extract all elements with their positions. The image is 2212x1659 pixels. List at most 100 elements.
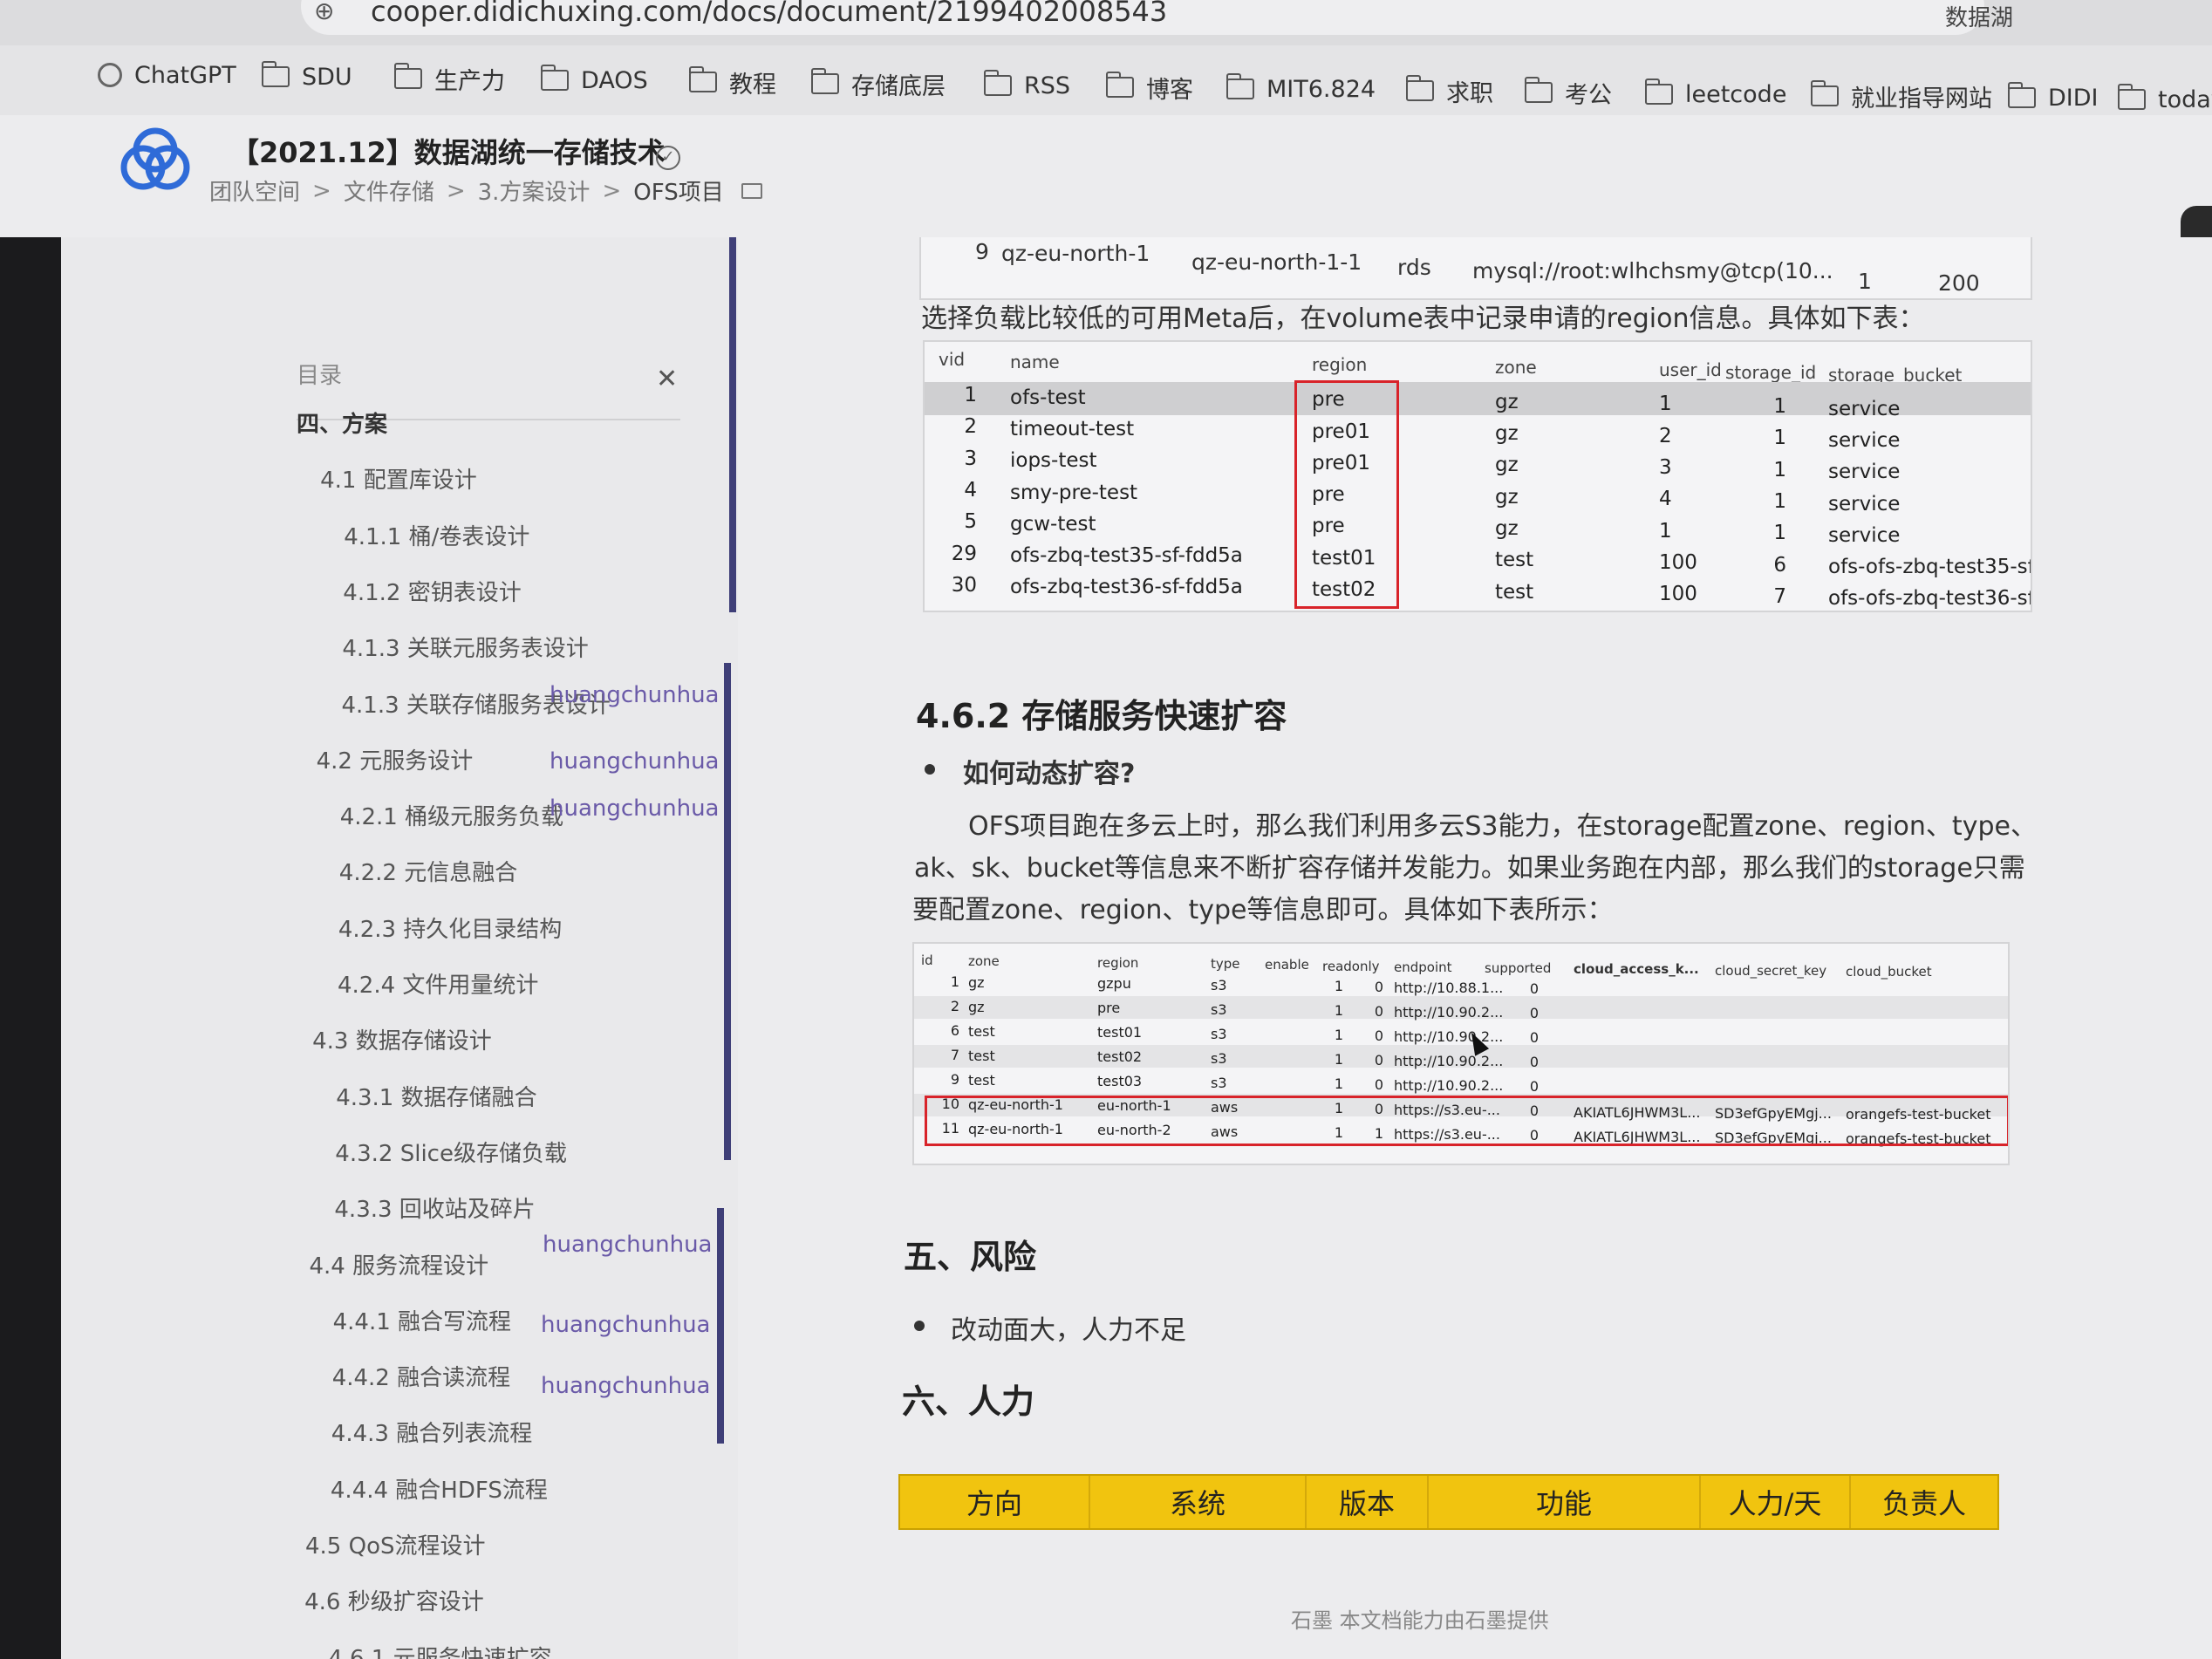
breadcrumb-item[interactable]: 文件存储 — [344, 174, 434, 207]
table-cell: 1 — [1858, 269, 1872, 294]
table-cell: gz — [1495, 422, 1519, 446]
folder-icon — [1524, 77, 1553, 103]
toc-title: 目录 — [297, 363, 343, 389]
toc-item[interactable]: 4.4 服务流程设计 — [310, 1248, 489, 1280]
bookmark-item[interactable]: MIT6.824 — [1225, 68, 1376, 110]
watermark-text: huangchunhua — [543, 1232, 713, 1258]
bookmark-item[interactable]: 求职 — [1405, 70, 1493, 112]
bookmark-item[interactable]: 生产力 — [393, 58, 505, 99]
table-cell: 0 — [1374, 1052, 1383, 1068]
table-cell: 30 — [951, 573, 977, 597]
bookmark-item[interactable]: RSS — [983, 65, 1070, 106]
toc-item[interactable]: 4.3 数据存储设计 — [312, 1023, 492, 1055]
toc-item[interactable]: 4.2.2 元信息融合 — [339, 855, 517, 887]
bookmark-label: 生产力 — [434, 67, 505, 95]
close-icon[interactable]: ✕ — [656, 366, 678, 393]
table-header-cell: region — [1097, 954, 1139, 971]
table-cell: service — [1828, 397, 1901, 420]
storage-table: id zone region type enable readonly endpoint su… — [912, 942, 2010, 1165]
toc-item[interactable]: 四、方案 — [297, 406, 387, 439]
table-cell: test — [1495, 549, 1534, 572]
top-right-tab-text[interactable]: 数据湖 — [1945, 0, 2013, 32]
table-header-cell: name — [1010, 352, 1060, 372]
table-cell: mysql://root:wlhchsmy@tcp(10... — [1472, 258, 1833, 283]
bookmark-item[interactable]: 存储底层 — [810, 63, 946, 105]
toc-item[interactable]: 4.4.1 融合写流程 — [333, 1304, 511, 1336]
site-info-icon[interactable]: ⊕ — [314, 0, 334, 25]
toc-item[interactable]: 4.1.1 桶/卷表设计 — [344, 519, 529, 551]
folder-icon — [2007, 82, 2036, 108]
toc-item[interactable]: 4.4.3 融合列表流程 — [331, 1416, 532, 1448]
bookmark-item[interactable]: 就业指导网站 — [1810, 75, 1992, 117]
table-cell: service — [1828, 492, 1901, 515]
bookmark-item[interactable]: 考公 — [1524, 72, 1612, 113]
toc-item[interactable]: 4.3.2 Slice级存储负载 — [335, 1136, 567, 1168]
table-cell: timeout-test — [1010, 417, 1135, 440]
table-cell: ofs-ofs-zbq-test36-sf- — [1828, 587, 2032, 611]
breadcrumb-item[interactable]: 团队空间 — [209, 174, 300, 207]
table-cell: ofs-zbq-test35-sf-fdd5a — [1010, 544, 1243, 568]
bookmark-item[interactable]: 教程 — [688, 61, 776, 103]
toc-item[interactable]: 4.2 元服务设计 — [317, 743, 474, 775]
bookmark-item[interactable]: SDU — [261, 56, 352, 98]
folder-icon[interactable] — [741, 182, 762, 199]
toc-item[interactable]: 4.1.3 关联元服务表设计 — [342, 631, 588, 663]
toc-item[interactable]: 4.6 秒级扩容设计 — [304, 1584, 484, 1616]
url-text[interactable]: cooper.didichuxing.com/docs/document/219… — [371, 0, 1167, 28]
toc-item[interactable]: 4.6.1 元服务快速扩容 — [328, 1641, 551, 1659]
table-header-cell: endpoint — [1394, 959, 1452, 975]
toc-item[interactable]: 4.2.4 文件用量统计 — [338, 967, 538, 1000]
breadcrumb-item[interactable]: 3.方案设计 — [478, 174, 591, 207]
table-cell: gzpu — [1097, 975, 1131, 993]
bookmark-item[interactable]: DIDI — [2007, 77, 2099, 119]
table-cell: 4 — [964, 478, 977, 502]
table-cell: 1 — [1659, 393, 1672, 416]
bookmark-item[interactable]: 博客 — [1105, 66, 1193, 108]
table-cell: 3 — [964, 447, 977, 470]
toc-item[interactable]: 4.5 QoS流程设计 — [305, 1528, 486, 1560]
table-cell: 0 — [1374, 979, 1383, 995]
toc-item[interactable]: 4.3.1 数据存储融合 — [336, 1080, 536, 1112]
bookmark-item[interactable]: DAOS — [540, 59, 648, 101]
section-heading: 六、人力 — [902, 1382, 1035, 1421]
toc-item[interactable]: 4.2.1 桶级元服务负载 — [340, 799, 563, 831]
table-cell: 6 — [950, 1022, 959, 1039]
table-header-cell: 系统 — [1090, 1476, 1307, 1528]
bookmark-label: 教程 — [729, 71, 776, 99]
table-cell: qz-eu-north-1-1 — [1191, 249, 1362, 275]
folder-icon — [1810, 80, 1839, 106]
volume-table: vid name region zone user_id storage_id storag… — [923, 340, 2032, 612]
table-cell: gz — [1495, 517, 1519, 540]
table-cell: s3 — [1211, 1000, 1227, 1018]
table-cell: 5 — [964, 510, 977, 534]
bullet-text: 改动面大，人力不足 — [951, 1315, 1186, 1346]
bookmark-label: DIDI — [2048, 84, 2099, 112]
toc-item[interactable]: 4.3.3 回收站及碎片 — [334, 1191, 535, 1224]
bookmark-label: 求职 — [1446, 79, 1493, 107]
table-cell: test — [968, 1072, 995, 1089]
bookmark-item[interactable]: today — [2117, 79, 2212, 120]
toc-item[interactable]: 4.4.4 融合HDFS流程 — [331, 1472, 548, 1505]
table-header-cell: 负责人 — [1881, 1487, 1966, 1520]
table-header-cell: supported — [1485, 960, 1552, 977]
app-logo-icon[interactable] — [113, 122, 197, 201]
bookmark-item[interactable]: leetcode — [1644, 73, 1786, 115]
folder-icon — [1405, 75, 1434, 101]
table-cell: service — [1828, 428, 1901, 452]
toc-item[interactable]: 4.4.2 融合读流程 — [332, 1360, 510, 1392]
toc-item[interactable]: 4.1.2 密钥表设计 — [343, 575, 521, 607]
paragraph-line: OFS项目跑在多云上时，那么我们利用多云S3能力，在storage配置zone、… — [968, 811, 2037, 842]
folder-icon — [1225, 73, 1254, 99]
table-header-cell: 版本 — [1307, 1476, 1429, 1528]
folder-icon — [688, 66, 717, 92]
bookmark-item[interactable]: ChatGPT — [98, 54, 236, 96]
breadcrumb-current[interactable]: OFS项目 — [633, 174, 723, 207]
table-cell: gcw-test — [1010, 512, 1096, 536]
toc-item[interactable]: 4.2.3 持久化目录结构 — [338, 911, 562, 944]
verified-check-icon: ✓ — [656, 146, 680, 170]
table-cell: rds — [1397, 255, 1431, 280]
table-cell: s3 — [1211, 1025, 1227, 1042]
toc-item[interactable]: 4.1 配置库设计 — [320, 462, 477, 495]
table-cell: iops-test — [1010, 449, 1097, 473]
table-cell: 1 — [1773, 489, 1786, 513]
